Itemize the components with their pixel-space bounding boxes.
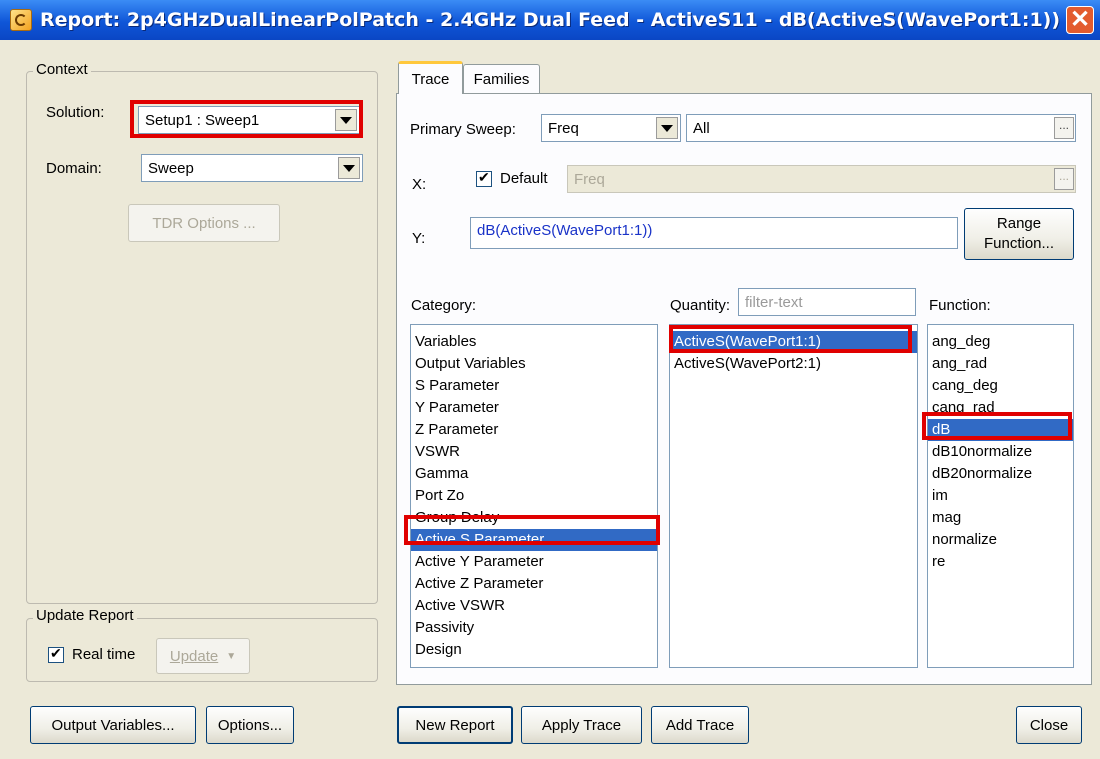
function-list-item[interactable]: normalize (928, 529, 1073, 551)
category-list-item[interactable]: Group Delay (411, 507, 657, 529)
category-list-item[interactable]: Active Z Parameter (411, 573, 657, 595)
tab-families[interactable]: Families (463, 64, 540, 94)
tdr-options-button[interactable]: TDR Options ... (128, 204, 280, 242)
context-group (26, 71, 378, 604)
function-label: Function: (929, 297, 991, 314)
tab-trace-label: Trace (411, 70, 450, 88)
category-list-item[interactable]: Variables (411, 331, 657, 353)
default-checkbox[interactable] (476, 169, 492, 187)
domain-label: Domain: (46, 160, 102, 177)
primary-sweep-range-value: All (693, 119, 710, 137)
quantity-list-item[interactable]: ActiveS(WavePort1:1) (670, 331, 917, 353)
close-button[interactable]: Close (1016, 706, 1082, 744)
primary-sweep-range: All (686, 114, 1076, 142)
output-variables-button[interactable]: Output Variables... (30, 706, 196, 744)
window-title: Report: 2p4GHzDualLinearPolPatch - 2.4GH… (40, 9, 1061, 31)
quantity-label: Quantity: (670, 297, 731, 314)
x-field: Freq (567, 165, 1076, 193)
update-label: Update (169, 647, 219, 665)
tab-trace[interactable]: Trace (398, 61, 463, 94)
x-label: X: (412, 176, 427, 193)
category-label: Category: (411, 297, 477, 314)
primary-sweep-ellipsis-button[interactable]: ... (1054, 117, 1074, 139)
primary-sweep-label: Primary Sweep: (410, 121, 516, 138)
new-report-button[interactable]: New Report (397, 706, 513, 744)
quantity-filter-input[interactable]: filter-text (738, 288, 916, 316)
primary-sweep-dropdown-icon[interactable] (656, 117, 678, 139)
category-list-item[interactable]: Z Parameter (411, 419, 657, 441)
category-list-item[interactable]: Port Zo (411, 485, 657, 507)
solution-value: Setup1 : Sweep1 (145, 111, 260, 129)
update-dropdown-icon: ▼ (226, 650, 237, 662)
y-label: Y: (412, 230, 426, 247)
category-list-item[interactable]: Active Y Parameter (411, 551, 657, 573)
function-list-item[interactable]: mag (928, 507, 1073, 529)
range-function-line1: Range (996, 215, 1042, 232)
function-list-item[interactable]: dB10normalize (928, 441, 1073, 463)
domain-select[interactable]: Sweep (141, 154, 363, 182)
category-list-item[interactable]: Design (411, 639, 657, 661)
category-list-item[interactable]: Gamma (411, 463, 657, 485)
update-report-legend: Update Report (33, 607, 137, 624)
title-bar[interactable]: Report: 2p4GHzDualLinearPolPatch - 2.4GH… (0, 0, 1100, 40)
realtime-checkbox[interactable] (48, 645, 64, 663)
range-function-button[interactable]: Range Function... (964, 208, 1074, 260)
quantity-list-item[interactable]: ActiveS(WavePort2:1) (670, 353, 917, 375)
apply-trace-button[interactable]: Apply Trace (521, 706, 642, 744)
context-legend: Context (33, 61, 91, 78)
category-list-item[interactable]: Y Parameter (411, 397, 657, 419)
y-value: dB(ActiveS(WavePort1:1)) (477, 222, 653, 239)
category-list-item[interactable]: Active S Parameter (411, 529, 657, 551)
category-list-item[interactable]: Output Variables (411, 353, 657, 375)
category-list-item[interactable]: VSWR (411, 441, 657, 463)
category-list-item[interactable]: Active VSWR (411, 595, 657, 617)
category-list-item[interactable]: Passivity (411, 617, 657, 639)
x-ellipsis-button: ... (1054, 168, 1074, 190)
category-list[interactable]: Variables Output Variables S Parameter Y Pa… (410, 324, 658, 668)
options-button[interactable]: Options... (206, 706, 294, 744)
x-value: Freq (574, 170, 605, 188)
function-list-item[interactable]: dB (928, 419, 1073, 441)
function-list[interactable]: ang_deg ang_rad cang_deg cang_rad dB dB10norm… (927, 324, 1074, 668)
function-list-item[interactable]: ang_rad (928, 353, 1073, 375)
domain-dropdown-icon[interactable] (338, 157, 360, 179)
y-field[interactable]: dB(ActiveS(WavePort1:1)) (470, 217, 958, 249)
domain-value: Sweep (148, 159, 194, 177)
function-list-item[interactable]: im (928, 485, 1073, 507)
function-list-item[interactable]: cang_rad (928, 397, 1073, 419)
solution-select[interactable]: Setup1 : Sweep1 (138, 106, 360, 134)
primary-sweep-select[interactable]: Freq (541, 114, 681, 142)
quantity-filter-placeholder: filter-text (745, 293, 803, 311)
category-list-item[interactable]: S Parameter (411, 375, 657, 397)
realtime-label: Real time (72, 646, 136, 663)
report-dialog: Report: 2p4GHzDualLinearPolPatch - 2.4GH… (0, 0, 1100, 759)
app-icon (10, 9, 32, 31)
tab-families-label: Families (473, 71, 530, 88)
function-list-item[interactable]: ang_deg (928, 331, 1073, 353)
quantity-list[interactable]: ActiveS(WavePort1:1) ActiveS(WavePort2:1) (669, 324, 918, 668)
function-list-item[interactable]: re (928, 551, 1073, 573)
range-function-line2: Function... (983, 235, 1055, 252)
add-trace-button[interactable]: Add Trace (651, 706, 749, 744)
solution-label: Solution: (46, 104, 105, 121)
window-close-icon[interactable]: ✕ (1066, 6, 1094, 34)
function-list-item[interactable]: cang_deg (928, 375, 1073, 397)
default-label: Default (500, 170, 548, 187)
primary-sweep-value: Freq (548, 119, 579, 137)
solution-dropdown-icon[interactable] (335, 109, 357, 131)
function-list-item[interactable]: dB20normalize (928, 463, 1073, 485)
update-button[interactable]: Update ▼ (156, 638, 250, 674)
